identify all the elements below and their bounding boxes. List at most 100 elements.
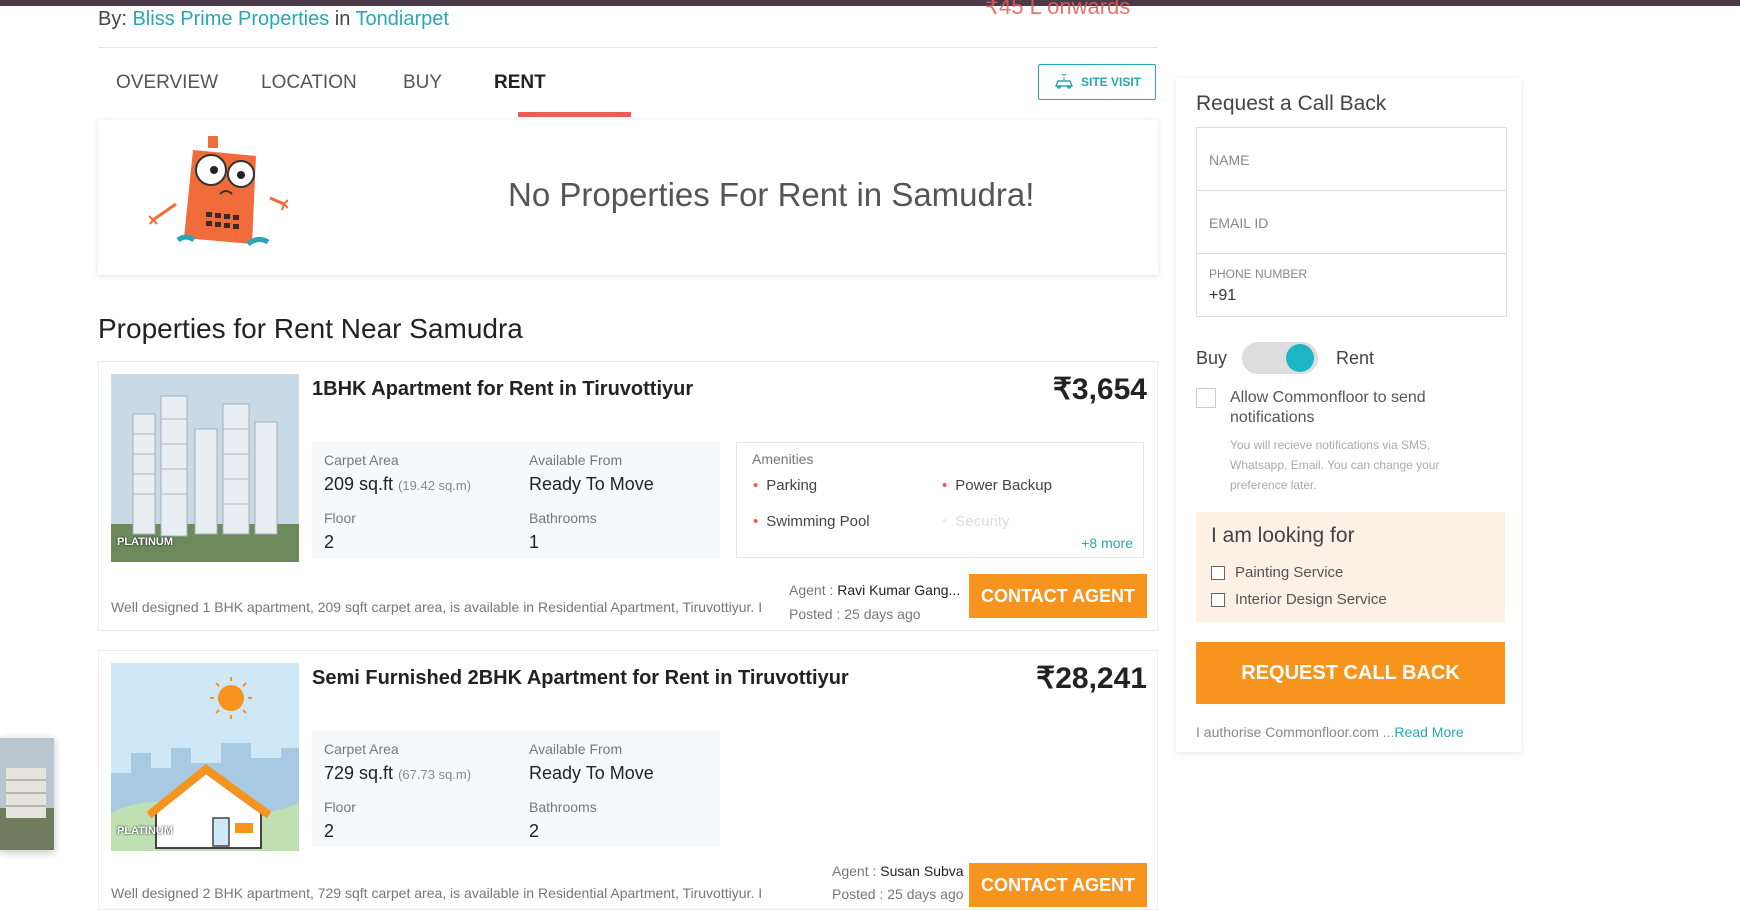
builder-link[interactable]: Bliss Prime Properties [132, 8, 329, 30]
listing-title[interactable]: Semi Furnished 2BHK Apartment for Rent i… [312, 667, 849, 690]
looking-for-box: I am looking for Painting Service Interi… [1196, 512, 1505, 622]
specs-box: Carpet Area 209 sq.ft (19.42 sq.m) Avail… [312, 442, 720, 558]
agent-info: Agent : Ravi Kumar Gang... [789, 582, 960, 598]
agent-label: Agent : [789, 582, 834, 598]
bathrooms-label: Bathrooms [529, 510, 597, 526]
amenities-box: Amenities Parking Power Backup Swimming … [736, 442, 1144, 558]
carpet-area: Carpet Area 209 sq.ft (19.42 sq.m) [324, 452, 471, 495]
bathrooms: Bathrooms 1 [529, 510, 597, 553]
floor: Floor 2 [324, 510, 356, 553]
notifications-label: Allow Commonfloor to send notifications [1230, 389, 1426, 426]
available-from: Available From Ready To Move [529, 452, 654, 495]
top-bar [0, 0, 1740, 6]
painting-checkbox[interactable] [1211, 565, 1225, 580]
listing-card[interactable]: PLATINUM Semi Furnished 2BHK Apartment f… [98, 650, 1158, 910]
name-placeholder: NAME [1209, 152, 1250, 168]
amenity-item: Swimming Pool [753, 513, 869, 530]
tab-location[interactable]: LOCATION [261, 72, 357, 94]
platinum-badge: PLATINUM [117, 825, 174, 837]
listing-card[interactable]: PLATINUM 1BHK Apartment for Rent in Tiru… [98, 361, 1158, 631]
carpet-area-value: 209 sq.ft [324, 474, 394, 494]
toggle-buy-label: Buy [1196, 348, 1228, 368]
listing-photo[interactable]: PLATINUM [111, 374, 299, 562]
listing-description: Well designed 1 BHK apartment, 209 sqft … [111, 599, 761, 615]
interior-design-option[interactable]: Interior Design Service [1211, 591, 1387, 608]
notifications-subtext: You will recieve notifications via SMS, … [1230, 438, 1440, 492]
floor-label: Floor [324, 799, 356, 815]
amenities-label: Amenities [752, 451, 814, 467]
listing-price: ₹28,241 [1036, 662, 1147, 695]
phone-label: PHONE NUMBER [1209, 267, 1308, 281]
callback-form: NAME EMAIL ID PHONE NUMBER +91 [1196, 127, 1507, 317]
request-call-back-button[interactable]: REQUEST CALL BACK [1196, 642, 1505, 704]
listing-photo[interactable]: PLATINUM [111, 663, 299, 851]
bathrooms-value: 2 [529, 821, 540, 841]
price-partial: ₹45 L onwards [985, 0, 1131, 19]
interior-checkbox[interactable] [1211, 592, 1225, 607]
available-value: Ready To Move [529, 474, 654, 494]
byline: By: Bliss Prime Properties in Tondiarpet [98, 8, 449, 31]
site-visit-label: SITE VISIT [1080, 75, 1141, 89]
locality-link[interactable]: Tondiarpet [356, 8, 449, 30]
divider [98, 47, 1158, 48]
active-tab-indicator [518, 112, 631, 117]
floor-value: 2 [324, 532, 335, 552]
tab-bar: OVERVIEW LOCATION BUY RENT SITE VISIT [98, 58, 1158, 120]
posted-date: Posted : 25 days ago [789, 606, 921, 622]
site-visit-button[interactable]: SITE VISIT [1038, 64, 1156, 100]
name-field[interactable]: NAME [1197, 128, 1506, 191]
agent-name: Ravi Kumar Gang... [837, 582, 961, 598]
carpet-area: Carpet Area 729 sq.ft (67.73 sq.m) [324, 741, 471, 784]
contact-agent-button[interactable]: CONTACT AGENT [969, 863, 1147, 907]
specs-box: Carpet Area 729 sq.ft (67.73 sq.m) Avail… [312, 731, 720, 847]
buy-rent-toggle-row: Buy Rent [1196, 340, 1505, 374]
carpet-area-sqm: (67.73 sq.m) [398, 767, 472, 782]
posted-date: Posted : 25 days ago [832, 886, 964, 902]
email-placeholder: EMAIL ID [1209, 215, 1269, 231]
read-more-link[interactable]: Read More [1394, 724, 1463, 740]
no-properties-message: No Properties For Rent in Samudra! [508, 176, 1035, 213]
tab-rent[interactable]: RENT [494, 72, 546, 94]
available-label: Available From [529, 452, 623, 468]
email-field[interactable]: EMAIL ID [1197, 191, 1506, 254]
looking-for-title: I am looking for [1211, 524, 1355, 547]
tab-overview[interactable]: OVERVIEW [116, 72, 218, 94]
available-value: Ready To Move [529, 763, 654, 783]
interior-label: Interior Design Service [1235, 591, 1387, 608]
available-label: Available From [529, 741, 623, 757]
floating-thumbnail[interactable] [0, 738, 54, 850]
available-from: Available From Ready To Move [529, 741, 654, 784]
carpet-area-sqm: (19.42 sq.m) [398, 478, 472, 493]
floor: Floor 2 [324, 799, 356, 842]
contact-agent-button[interactable]: CONTACT AGENT [969, 574, 1147, 618]
listing-price: ₹3,654 [1052, 373, 1147, 406]
phone-field[interactable]: PHONE NUMBER +91 [1197, 254, 1506, 316]
listing-title[interactable]: 1BHK Apartment for Rent in Tiruvottiyur [312, 378, 693, 401]
panel-title: Request a Call Back [1196, 92, 1387, 115]
painting-service-option[interactable]: Painting Service [1211, 564, 1343, 581]
carpet-area-label: Carpet Area [324, 452, 399, 468]
building-mascot-icon [148, 136, 288, 247]
carpet-area-label: Carpet Area [324, 741, 399, 757]
notifications-checkbox[interactable] [1196, 388, 1216, 408]
buy-rent-switch[interactable] [1242, 342, 1318, 374]
switch-knob [1286, 344, 1314, 372]
more-amenities-link[interactable]: +8 more [1081, 535, 1133, 551]
section-title: Properties for Rent Near Samudra [98, 313, 523, 344]
bathrooms-label: Bathrooms [529, 799, 597, 815]
phone-prefix: +91 [1209, 287, 1237, 304]
amenity-item: Parking [753, 477, 817, 494]
floor-value: 2 [324, 821, 335, 841]
amenity-item: Power Backup [942, 477, 1052, 494]
in-word: in [334, 8, 351, 30]
request-callback-panel: Request a Call Back NAME EMAIL ID PHONE … [1176, 78, 1521, 752]
by-prefix: By: [98, 8, 127, 30]
authorise-label: I authorise Commonfloor.com ... [1196, 724, 1395, 740]
bathrooms-value: 1 [529, 532, 540, 552]
authorise-text: I authorise Commonfloor.com ...Read More [1196, 724, 1464, 740]
tab-buy[interactable]: BUY [403, 72, 442, 94]
platinum-badge: PLATINUM [117, 536, 174, 548]
car-location-icon [1054, 74, 1074, 89]
amenity-item: Security [942, 513, 1009, 530]
toggle-rent-label: Rent [1336, 348, 1375, 368]
